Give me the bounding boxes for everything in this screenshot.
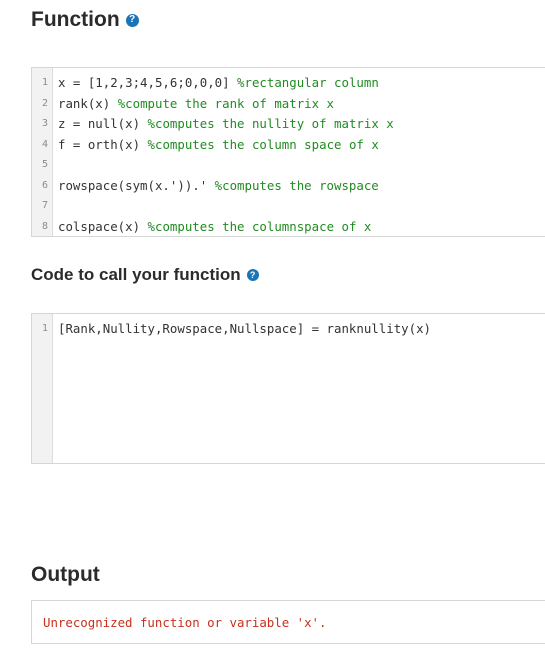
call-code-title: Code to call your function [31, 265, 241, 284]
call-code-heading: Code to call your function ? [31, 263, 259, 287]
code-text: x = [1,2,3;4,5,6;0,0,0] %rectangular col… [58, 75, 379, 90]
code-lines: 1 x = [1,2,3;4,5,6;0,0,0] %rectangular co… [32, 73, 545, 237]
code-comment: %computes the rowspace [214, 177, 379, 193]
line-number: 1 [41, 323, 48, 334]
code-line[interactable]: 1 [Rank,Nullity,Rowspace,Nullspace] = ran… [32, 319, 545, 340]
code-text: [Rank,Nullity,Rowspace,Nullspace] = rank… [58, 321, 431, 336]
function-code-editor[interactable]: 1 x = [1,2,3;4,5,6;0,0,0] %rectangular co… [31, 67, 545, 237]
line-number: 7 [41, 200, 48, 211]
code-text: colspace(x) %computes the columnspace of… [58, 218, 372, 234]
code-line[interactable]: 5 [32, 155, 545, 176]
line-number: 4 [41, 138, 48, 150]
line-number: 1 [41, 77, 48, 88]
code-line[interactable]: 1 x = [1,2,3;4,5,6;0,0,0] %rectangular co… [32, 73, 545, 94]
code-line[interactable]: 2 rank(x) %compute the rank of matrix x [32, 94, 545, 115]
code-line[interactable]: 3 z = null(x) %computes the nullity of ma… [32, 114, 545, 135]
code-text: f = orth(x) %computes the column space o… [58, 136, 379, 152]
function-heading: Function ? [31, 6, 139, 34]
code-text: z = null(x) %computes the nullity of mat… [58, 116, 394, 131]
call-code-editor[interactable]: 1 [Rank,Nullity,Rowspace,Nullspace] = ran… [31, 313, 545, 464]
code-comment: %rectangular column [237, 75, 379, 90]
error-message: Unrecognized function or variable 'x'. [43, 614, 327, 630]
output-panel: Unrecognized function or variable 'x'. [31, 600, 545, 644]
output-heading: Output [31, 561, 100, 589]
code-text: rank(x) %compute the rank of matrix x [58, 95, 335, 111]
code-line[interactable]: 8 colspace(x) %computes the columnspace o… [32, 217, 545, 237]
line-number: 5 [41, 159, 48, 170]
code-line[interactable]: 7 [32, 196, 545, 217]
code-comment: %computes the nullity of matrix x [147, 116, 394, 131]
code-lines: 1 [Rank,Nullity,Rowspace,Nullspace] = ran… [32, 319, 545, 340]
question-circle-icon[interactable]: ? [125, 13, 139, 27]
line-number: 6 [41, 179, 48, 191]
output-title: Output [31, 563, 100, 586]
function-title: Function [31, 8, 120, 31]
code-comment: %compute the rank of matrix x [117, 95, 335, 111]
code-text: rowspace(sym(x.')).' %computes the rowsp… [58, 177, 379, 193]
code-comment: %computes the column space of x [147, 136, 379, 152]
question-circle-icon[interactable]: ? [246, 269, 259, 281]
code-comment: %computes the columnspace of x [147, 218, 372, 234]
code-line[interactable]: 6 rowspace(sym(x.')).' %computes the rows… [32, 176, 545, 197]
line-number: 2 [41, 97, 48, 109]
line-number: 3 [41, 118, 48, 129]
line-number: 8 [41, 220, 48, 232]
code-line[interactable]: 4 f = orth(x) %computes the column space … [32, 135, 545, 156]
